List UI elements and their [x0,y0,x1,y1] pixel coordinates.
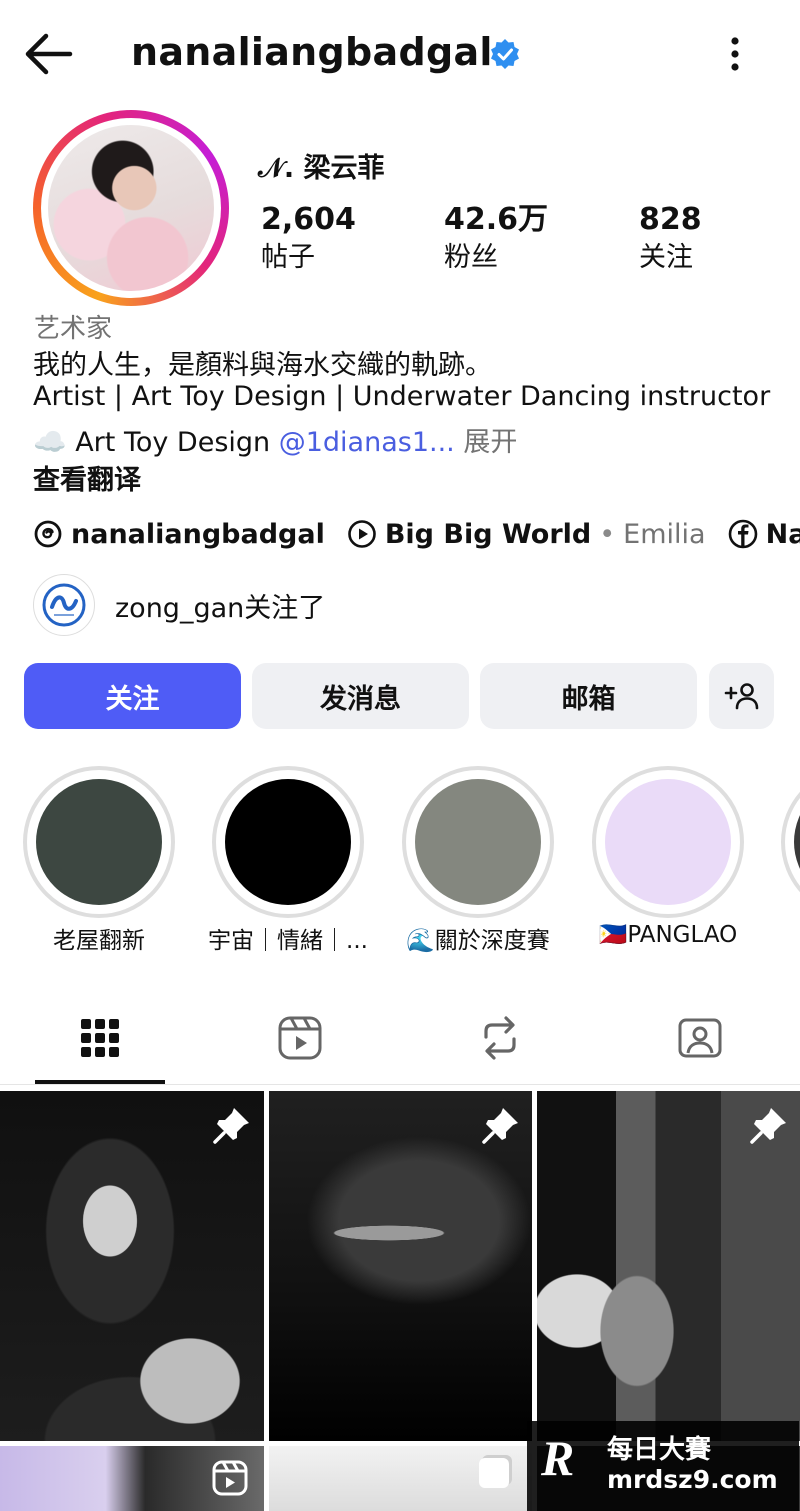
carousel-icon [479,1458,509,1488]
grid-post[interactable] [0,1446,264,1511]
music-artist: Emilia [623,518,706,550]
highlight-cover [36,779,162,905]
stat-posts-label: 帖子 [261,242,315,273]
threads-link[interactable]: nanaliangbadgal [33,519,325,550]
threads-handle: nanaliangbadgal [71,518,325,550]
highlight-label: 🇵🇭PANGLAO [598,922,738,948]
reel-icon [212,1460,248,1496]
tab-tagged[interactable] [670,1010,730,1066]
pin-icon [750,1108,786,1144]
bio-category: 艺术家 [34,314,113,344]
pin-icon [482,1108,518,1144]
grid-post[interactable] [269,1091,532,1441]
suggested-accounts-button[interactable] [709,663,774,729]
tab-reposts[interactable] [470,1010,530,1066]
music-link[interactable]: Big Big World • Emilia [347,519,706,550]
reels-icon [278,1016,322,1060]
highlight-label: 🌊關於深度賽 [406,928,550,954]
pin-icon [213,1108,249,1144]
back-arrow-icon[interactable] [22,32,74,76]
highlight-item[interactable]: 🌊關於深度賽 [402,766,554,954]
highlight-cover [605,779,731,905]
grid-icon [81,1019,119,1057]
tagged-person-icon [678,1018,722,1058]
bio-expand-link[interactable]: 展开 [463,427,517,458]
add-person-icon [724,683,758,710]
stat-followers[interactable]: 42.6万 粉丝 [444,202,548,278]
grid-post[interactable] [0,1091,264,1441]
bio-line-1: 我的人生，是顏料與海水交織的軌跡。 [33,350,492,381]
stat-followers-value: 42.6万 [444,202,549,237]
display-name: 𝒩. 梁云菲 [258,153,385,184]
grid-post[interactable] [269,1446,532,1511]
stat-posts[interactable]: 2,604 帖子 [261,202,356,278]
facebook-name: Na... [765,518,800,550]
bio-mention-link[interactable]: @1dianas1... [279,427,455,458]
stat-following-value: 828 [639,202,702,237]
watermark-brand: 每日大賽 [607,1435,712,1465]
stat-following-label: 关注 [639,242,693,273]
bio-line-3: ☁️ Art Toy Design @1dianas1... 展开 [33,420,517,459]
stat-posts-value: 2,604 [261,202,356,237]
highlight-item-partial[interactable] [781,766,800,918]
bio-line-2: Artist | Art Toy Design | Underwater Dan… [33,381,771,412]
highlight-label: 老屋翻新 [53,928,145,954]
see-translation-link[interactable]: 查看翻译 [33,458,141,497]
highlight-cover [794,779,800,905]
more-options-icon[interactable] [718,34,752,74]
separator-dot: • [599,518,616,550]
followed-by-row[interactable]: zong_gan关注了 [33,574,325,636]
threads-icon [34,520,62,548]
profile-avatar [48,125,214,291]
watermark-logo: R [541,1430,575,1486]
tab-reels[interactable] [270,1010,330,1066]
message-button[interactable]: 发消息 [252,663,469,729]
stat-following[interactable]: 828 关注 [639,202,702,278]
watermark-url: mrdsz9.com [607,1465,778,1494]
meta-logo-icon [42,583,86,627]
email-button[interactable]: 邮箱 [480,663,697,729]
facebook-link[interactable]: Na... [728,519,800,550]
stat-followers-label: 粉丝 [444,242,498,273]
watermark-overlay: R 每日大賽 mrdsz9.com [527,1421,799,1511]
follow-button[interactable]: 关注 [24,663,241,729]
highlight-item[interactable]: 宇宙｜情緒｜... [208,766,368,954]
highlight-item[interactable]: 老屋翻新 [23,766,175,954]
highlight-cover [225,779,351,905]
repost-icon [484,1016,516,1060]
grid-post[interactable] [537,1091,800,1441]
story-ring[interactable] [33,110,229,306]
highlight-label: 宇宙｜情緒｜... [208,928,368,954]
verified-badge-icon [491,39,519,69]
music-title: Big Big World [384,518,592,550]
highlight-cover [415,779,541,905]
follower-avatar [33,574,95,636]
profile-links-row: nanaliangbadgal Big Big World • Emilia N… [33,512,800,556]
bio-line-3-text: ☁️ Art Toy Design [33,427,279,458]
facebook-icon [728,519,757,549]
top-bar: nanaliangbadgal [0,0,800,108]
play-circle-icon [348,520,376,548]
profile-username: nanaliangbadgal [131,30,493,74]
highlight-item[interactable]: 🇵🇭PANGLAO [592,766,744,948]
tab-divider [0,1084,800,1085]
tab-posts-grid[interactable] [70,1010,130,1066]
followed-by-text: zong_gan关注了 [115,592,326,624]
